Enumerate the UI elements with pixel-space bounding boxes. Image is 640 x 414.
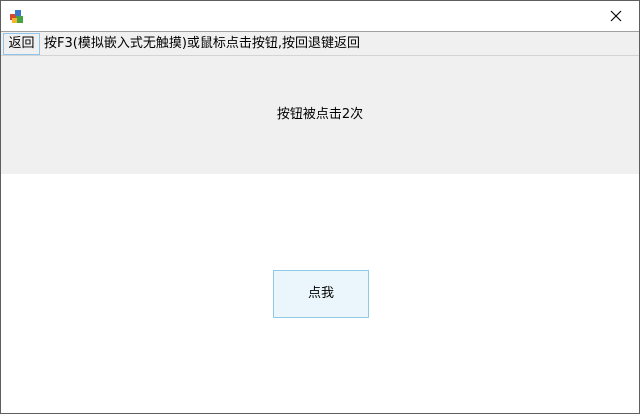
toolbar: 返回 按F3(模拟嵌入式无触摸)或鼠标点击按钮,按回退键返回 — [1, 31, 639, 56]
app-icon — [9, 8, 25, 24]
app-window: 返回 按F3(模拟嵌入式无触摸)或鼠标点击按钮,按回退键返回 按钮被点击2次 点… — [0, 0, 640, 414]
status-panel: 按钮被点击2次 — [1, 56, 639, 174]
back-button[interactable]: 返回 — [3, 33, 40, 55]
close-icon — [610, 7, 622, 26]
instruction-label: 按F3(模拟嵌入式无触摸)或鼠标点击按钮,按回退键返回 — [44, 36, 361, 51]
click-count-label: 按钮被点击2次 — [276, 107, 364, 122]
close-button[interactable] — [593, 1, 639, 31]
title-bar — [1, 1, 639, 31]
click-me-button[interactable]: 点我 — [273, 270, 369, 318]
